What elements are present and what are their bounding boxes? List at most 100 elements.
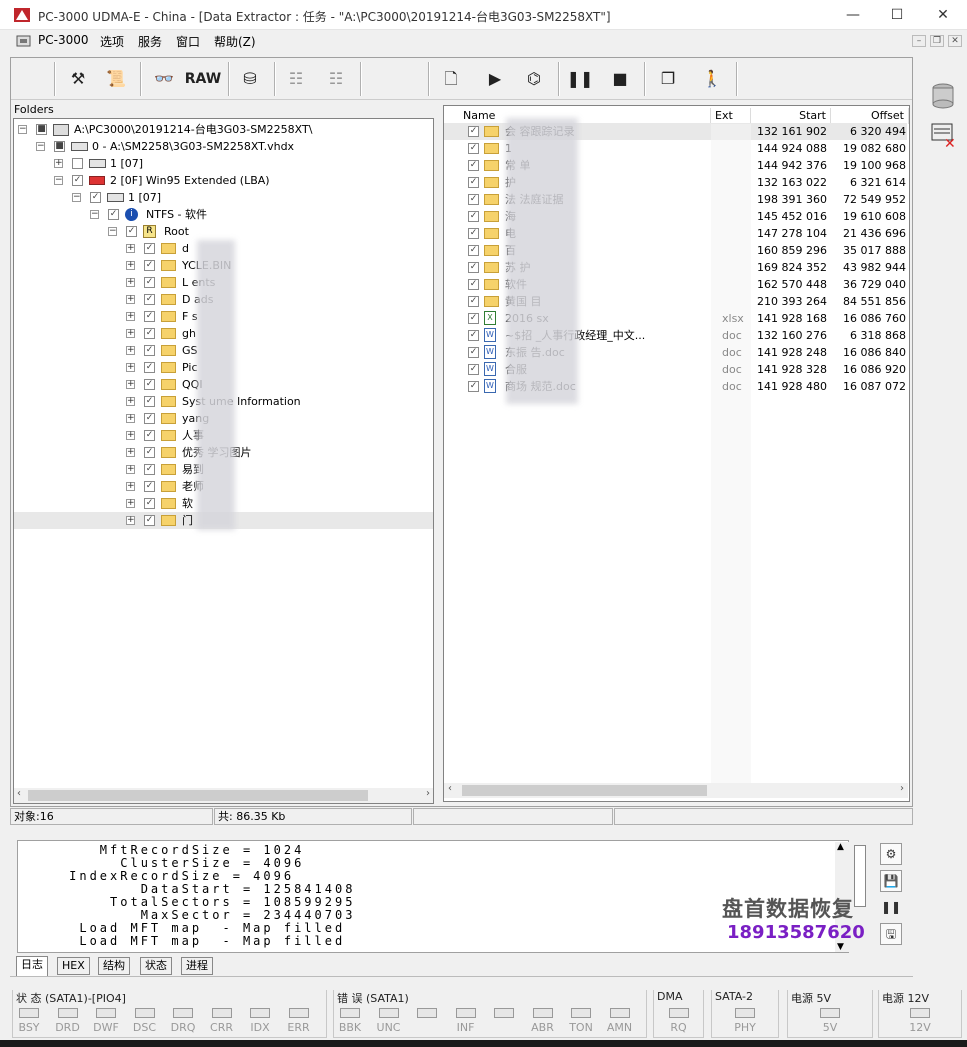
tree-checkbox[interactable]: ✓ (126, 226, 137, 237)
collapse-icon[interactable]: − (108, 227, 117, 236)
mdi-restore-button[interactable]: ❐ (930, 35, 944, 47)
tools-icon[interactable]: ⚒ (64, 66, 92, 92)
tab-process[interactable]: 进程 (181, 957, 213, 975)
menu-item-pc3000[interactable]: PC-3000 (38, 33, 88, 47)
mdi-close-button[interactable]: ✕ (948, 35, 962, 47)
tree-horizontal-scrollbar[interactable]: ‹ › (14, 788, 433, 803)
expand-icon[interactable]: + (126, 346, 135, 355)
expand-icon[interactable]: + (126, 431, 135, 440)
expand-icon[interactable]: + (126, 465, 135, 474)
tree-checkbox[interactable]: ✓ (108, 209, 119, 220)
file-checkbox[interactable]: ✓ (468, 177, 479, 188)
file-checkbox[interactable]: ✓ (468, 364, 479, 375)
expand-icon[interactable]: + (126, 329, 135, 338)
file-checkbox[interactable]: ✓ (468, 194, 479, 205)
file-checkbox[interactable]: ✓ (468, 228, 479, 239)
expand-icon[interactable]: + (126, 312, 135, 321)
file-checkbox[interactable]: ✓ (468, 313, 479, 324)
binoculars-icon[interactable]: 👓 (150, 66, 178, 92)
tree-checkbox[interactable]: ✓ (144, 311, 155, 322)
collapse-icon[interactable]: − (54, 176, 63, 185)
tree-checkbox[interactable]: ✓ (144, 277, 155, 288)
menu-item-options[interactable]: 选项 (100, 33, 124, 50)
column-name[interactable]: Name (459, 108, 711, 124)
column-ext[interactable]: Ext (711, 108, 751, 124)
expand-icon[interactable]: + (126, 244, 135, 253)
tree-checkbox[interactable]: ✓ (144, 515, 155, 526)
disconnect-icon[interactable]: ✕ (930, 120, 958, 152)
database-icon[interactable] (930, 82, 956, 110)
column-start[interactable]: Start (751, 108, 831, 124)
file-checkbox[interactable]: ✓ (468, 347, 479, 358)
disk-export-icon[interactable]: ⛁ (236, 66, 264, 92)
column-offset[interactable]: Offset (831, 108, 909, 124)
expand-icon[interactable]: + (126, 482, 135, 491)
save-checked-icon[interactable]: 🗋 (437, 66, 465, 92)
menu-item-service[interactable]: 服务 (138, 33, 162, 50)
tree-checkbox[interactable] (72, 158, 83, 169)
network-icon[interactable]: ⌬ (520, 66, 548, 92)
file-checkbox[interactable]: ✓ (468, 296, 479, 307)
menu-item-window[interactable]: 窗口 (176, 33, 200, 50)
tree-checkbox[interactable]: ✓ (144, 447, 155, 458)
file-checkbox[interactable]: ✓ (468, 262, 479, 273)
exit-run-icon[interactable]: 🚶 (698, 66, 726, 92)
raw-button[interactable]: RAW (184, 66, 222, 92)
log-pause-icon[interactable]: ❚❚ (880, 897, 902, 919)
tree-checkbox[interactable]: ✓ (72, 175, 83, 186)
expand-icon[interactable]: + (126, 414, 135, 423)
tree-checkbox[interactable]: ✓ (144, 260, 155, 271)
tree-checkbox[interactable]: ✓ (144, 345, 155, 356)
minimize-button[interactable]: — (833, 4, 873, 26)
tree-node[interactable]: − ✓ 2 [0F] Win95 Extended (LBA) (14, 172, 433, 189)
tree-node[interactable]: − ✓ R Root (14, 223, 433, 240)
tab-structure[interactable]: 结构 (98, 957, 130, 975)
expand-icon[interactable]: + (126, 363, 135, 372)
tree-checkbox[interactable]: ■ (54, 141, 65, 152)
mdi-minimize-button[interactable]: – (912, 35, 926, 47)
expand-icon[interactable]: + (126, 499, 135, 508)
scroll-icon[interactable]: 📜 (102, 66, 130, 92)
expand-icon[interactable]: + (126, 448, 135, 457)
tree-node[interactable]: +1 [07] (14, 155, 433, 172)
play-icon[interactable]: ▶ (481, 66, 509, 92)
stop-icon[interactable]: ■ (606, 66, 634, 92)
collapse-icon[interactable]: − (72, 193, 81, 202)
expand-icon[interactable]: + (54, 159, 63, 168)
file-checkbox[interactable]: ✓ (468, 160, 479, 171)
file-checkbox[interactable]: ✓ (468, 330, 479, 341)
tree-checkbox[interactable]: ✓ (144, 464, 155, 475)
tree-checkbox[interactable]: ✓ (144, 294, 155, 305)
windows-icon[interactable]: ❐ (654, 66, 682, 92)
tree-node[interactable]: − ✓ i NTFS - 软件 (14, 206, 433, 223)
tree-node[interactable]: − ■ 0 - A:\SM2258\3G03-SM2258XT.vhdx (14, 138, 433, 155)
file-checkbox[interactable]: ✓ (468, 245, 479, 256)
tree-checkbox[interactable]: ✓ (144, 481, 155, 492)
file-checkbox[interactable]: ✓ (468, 143, 479, 154)
tree-node[interactable]: − ✓ 1 [07] (14, 189, 433, 206)
close-button[interactable]: ✕ (923, 4, 963, 26)
log-level-slider[interactable] (854, 845, 866, 907)
file-checkbox[interactable]: ✓ (468, 211, 479, 222)
tree-checkbox[interactable]: ✓ (144, 328, 155, 339)
file-checkbox[interactable]: ✓ (468, 126, 479, 137)
collapse-icon[interactable]: − (90, 210, 99, 219)
tree-checkbox[interactable]: ■ (36, 124, 47, 135)
tree-checkbox[interactable]: ✓ (144, 396, 155, 407)
tree-node[interactable]: − ■ A:\PC3000\20191214-台电3G03-SM2258XT\ (14, 121, 433, 138)
tree-checkbox[interactable]: ✓ (144, 362, 155, 373)
expand-icon[interactable]: + (126, 380, 135, 389)
maximize-button[interactable]: ☐ (877, 4, 917, 26)
collapse-icon[interactable]: − (18, 125, 27, 134)
tab-hex[interactable]: HEX (57, 957, 90, 975)
log-save-icon[interactable]: 💾 (880, 870, 902, 892)
expand-icon[interactable]: + (126, 516, 135, 525)
tab-status[interactable]: 状态 (140, 957, 172, 975)
file-checkbox[interactable]: ✓ (468, 279, 479, 290)
tree-checkbox[interactable]: ✓ (144, 498, 155, 509)
tree-checkbox[interactable]: ✓ (144, 430, 155, 441)
tree-expand-icon[interactable]: ☷ (282, 66, 310, 92)
expand-icon[interactable]: + (126, 278, 135, 287)
pause-icon[interactable]: ❚❚ (566, 66, 594, 92)
expand-icon[interactable]: + (126, 261, 135, 270)
